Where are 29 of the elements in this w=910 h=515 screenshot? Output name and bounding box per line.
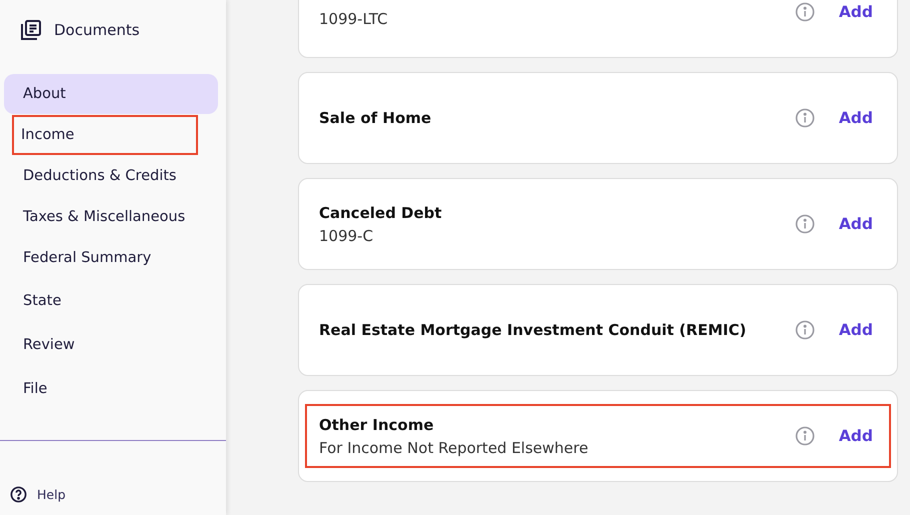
- add-button[interactable]: Add: [834, 321, 877, 339]
- nav-item[interactable]: Federal Summary: [4, 238, 218, 278]
- info-icon[interactable]: [794, 320, 815, 340]
- card-subtitle: For Income Not Reported Elsewhere: [319, 438, 590, 456]
- nav-item[interactable]: Deductions & Credits: [4, 156, 218, 196]
- nav-item[interactable]: Taxes & Miscellaneous: [4, 197, 218, 237]
- nav-item[interactable]: File: [4, 367, 218, 410]
- card-title: Sale of Home: [319, 109, 432, 127]
- info-icon[interactable]: [794, 214, 815, 234]
- help-link[interactable]: Help: [37, 486, 66, 502]
- add-button[interactable]: Add: [834, 427, 877, 445]
- info-icon[interactable]: [794, 108, 815, 128]
- documents-icon: [20, 19, 42, 41]
- nav-item[interactable]: Income: [12, 115, 198, 155]
- nav-item[interactable]: State: [4, 279, 218, 322]
- info-icon[interactable]: [794, 426, 815, 446]
- nav-item[interactable]: About: [4, 74, 218, 114]
- add-button[interactable]: Add: [834, 215, 877, 233]
- card-title: Real Estate Mortgage Investment Conduit (REMIC): [319, 321, 748, 339]
- info-icon[interactable]: [794, 2, 815, 22]
- add-button[interactable]: Add: [834, 3, 877, 21]
- section-title: Documents: [54, 21, 140, 39]
- nav-item[interactable]: Review: [4, 323, 218, 366]
- help-icon[interactable]: [10, 486, 27, 502]
- card-subtitle: 1099-C: [319, 226, 374, 244]
- card-subtitle: 1099-LTC: [319, 10, 389, 28]
- card-title: Canceled Debt: [319, 204, 443, 222]
- add-button[interactable]: Add: [834, 109, 877, 127]
- card-title: Other Income: [319, 416, 435, 434]
